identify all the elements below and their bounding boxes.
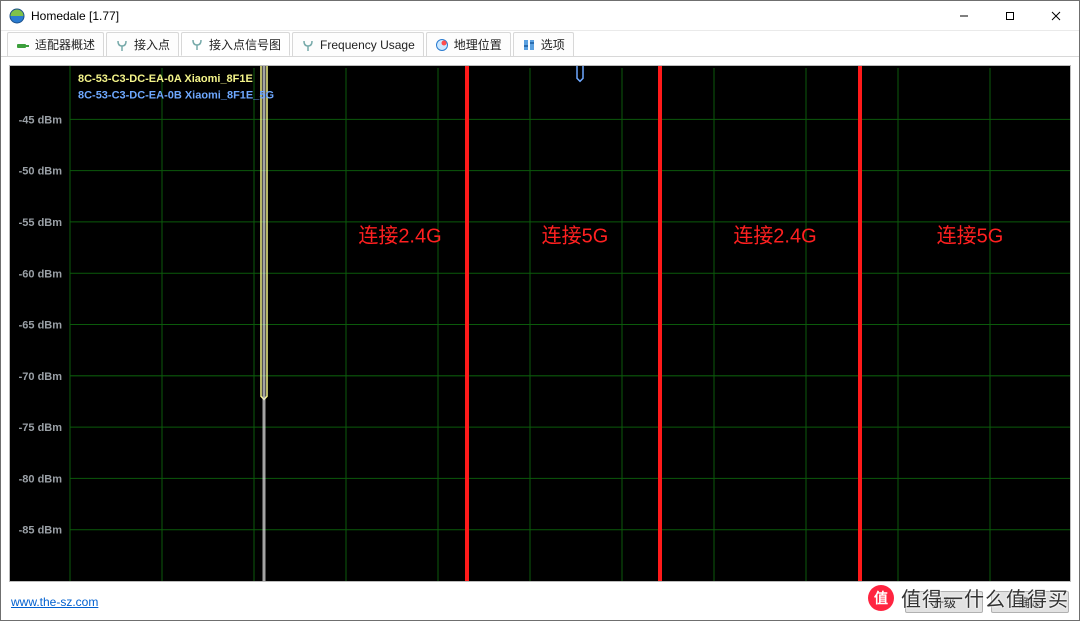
maximize-button[interactable] [987,1,1033,30]
app-window: Homedale [1.77] 适配器概述 接入点 接入点信号图 Frequen… [0,0,1080,621]
antenna-icon [190,37,204,51]
tab-label: Frequency Usage [320,38,415,52]
yaxis-tick-label: -70 dBm [19,371,63,383]
yaxis-tick-label: -60 dBm [19,268,63,280]
yaxis-tick-label: -55 dBm [19,217,63,229]
chart-annotation: 连接5G [937,224,1004,247]
tab-signal-graph[interactable]: 接入点信号图 [181,32,290,56]
yaxis-tick-label: -65 dBm [19,320,63,332]
signal-chart[interactable]: -45 dBm -50 dBm -55 dBm -60 dBm -65 dBm -70 d… [9,65,1071,582]
app-icon [9,8,25,24]
chart-annotation: 连接2.4G [733,224,816,247]
tab-options[interactable]: 选项 [513,32,574,56]
yaxis-tick-label: -85 dBm [19,525,63,537]
yaxis-tick-label: -50 dBm [19,166,63,178]
legend-entry: 8C-53-C3-DC-EA-0A Xiaomi_8F1E [78,73,253,85]
globe-pin-icon [435,38,449,52]
antenna-icon [115,38,129,52]
chart-annotation: 连接5G [542,224,609,247]
tab-bar: 适配器概述 接入点 接入点信号图 Frequency Usage 地理位置 选项 [1,31,1079,57]
tab-label: 接入点信号图 [209,36,281,53]
window-title: Homedale [1.77] [31,9,119,23]
adapter-icon [16,38,30,52]
minimize-button[interactable] [941,1,987,30]
homepage-link[interactable]: www.the-sz.com [11,595,98,609]
tab-label: 选项 [541,36,565,53]
tab-label: 接入点 [134,36,170,53]
content-area: -45 dBm -50 dBm -55 dBm -60 dBm -65 dBm -70 d… [1,57,1079,588]
antenna-icon [301,38,315,52]
tab-frequency-usage[interactable]: Frequency Usage [292,32,424,56]
tab-geolocation[interactable]: 地理位置 [426,32,511,56]
yaxis-tick-label: -80 dBm [19,473,63,485]
options-icon [522,38,536,52]
ok-button[interactable]: 确定 [991,591,1069,613]
chart-canvas: -45 dBm -50 dBm -55 dBm -60 dBm -65 dBm -70 d… [10,66,1070,581]
close-button[interactable] [1033,1,1079,30]
yaxis-tick-label: -45 dBm [19,114,63,126]
tab-access-points[interactable]: 接入点 [106,32,179,56]
tab-adapter-overview[interactable]: 适配器概述 [7,32,104,56]
tab-label: 地理位置 [454,36,502,53]
titlebar: Homedale [1.77] [1,1,1079,31]
tab-label: 适配器概述 [35,36,95,53]
legend-entry: 8C-53-C3-DC-EA-0B Xiaomi_8F1E_5G [78,89,274,101]
upgrade-button[interactable]: 升级 [905,591,983,613]
chart-annotation: 连接2.4G [358,224,441,247]
window-controls [941,1,1079,30]
footer-bar: www.the-sz.com 升级 确定 [1,588,1079,620]
yaxis-tick-label: -75 dBm [19,422,63,434]
